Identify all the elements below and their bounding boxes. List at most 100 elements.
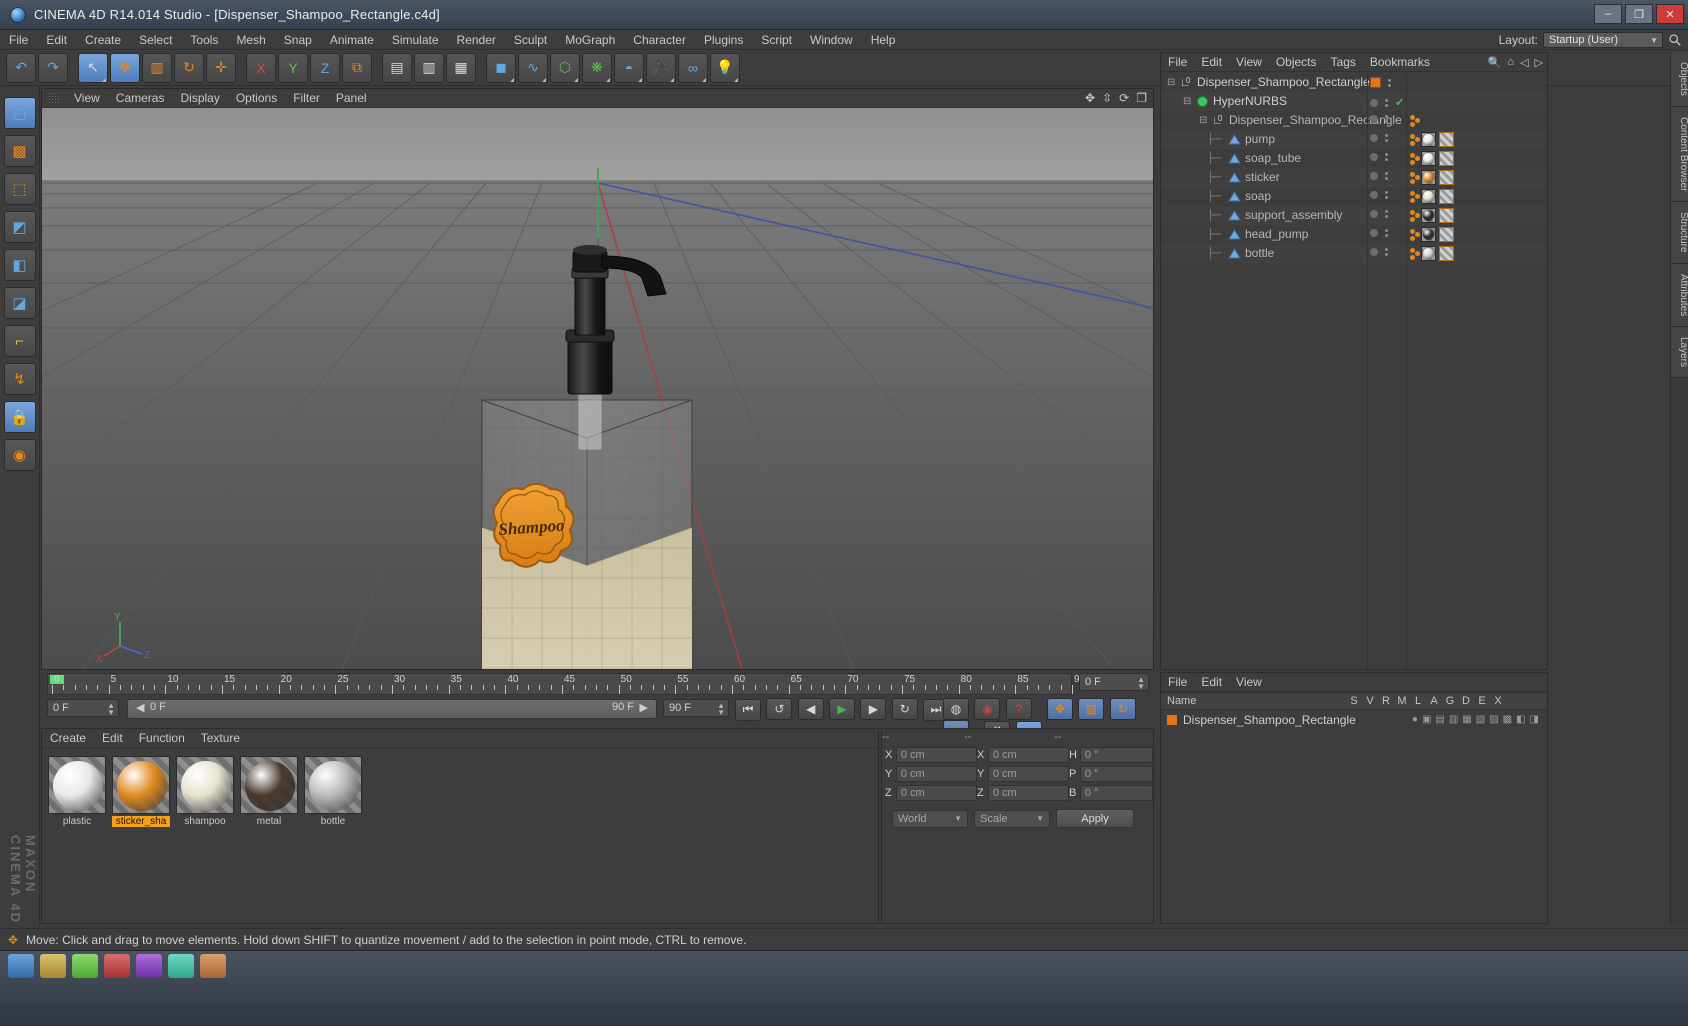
coordinate-input[interactable]: 0 cm bbox=[987, 747, 1069, 763]
material-thumbnail[interactable] bbox=[176, 756, 234, 814]
material-name[interactable]: sticker_sha bbox=[112, 816, 170, 827]
go-to-start-button[interactable]: ⏮ bbox=[735, 698, 761, 721]
visibility-dot[interactable] bbox=[1370, 248, 1378, 256]
object-name[interactable]: head_pump bbox=[1245, 227, 1308, 241]
object-tree-row[interactable]: ├─ head_pump bbox=[1161, 225, 1547, 244]
play-forwards-button[interactable]: ▶ bbox=[829, 698, 856, 720]
object-axis-mode-button[interactable]: ◪ bbox=[3, 287, 36, 319]
layer-column-r[interactable]: R bbox=[1378, 695, 1394, 707]
material-menu-edit[interactable]: Edit bbox=[94, 731, 131, 745]
object-name[interactable]: Dispenser_Shampoo_Rectangle bbox=[1197, 75, 1370, 89]
add-nurbs-button[interactable]: ⬡ bbox=[550, 52, 580, 83]
material-tag-icon[interactable] bbox=[1421, 227, 1436, 242]
material-cell[interactable]: sticker_sha bbox=[112, 756, 170, 827]
object-visibility-dots[interactable] bbox=[1370, 191, 1388, 199]
coordinate-system-dropdown[interactable]: World ▼ bbox=[892, 809, 968, 828]
object-menu-tags[interactable]: Tags bbox=[1324, 55, 1363, 69]
world-object-coordinate-button[interactable]: ⧉ bbox=[342, 52, 372, 83]
tree-expander-icon[interactable]: ⊟ bbox=[1167, 77, 1175, 88]
coordinate-input[interactable]: 0 cm bbox=[895, 747, 977, 763]
texture-tag-icon[interactable] bbox=[1439, 189, 1454, 204]
object-visibility-dots[interactable] bbox=[1370, 77, 1391, 88]
maximize-button[interactable]: ❐ bbox=[1625, 4, 1653, 24]
layer-column-e[interactable]: E bbox=[1474, 695, 1490, 707]
coordinate-input[interactable]: 0 cm bbox=[987, 766, 1069, 782]
panel-grip-icon[interactable] bbox=[48, 92, 60, 104]
visibility-dot[interactable] bbox=[1370, 153, 1378, 161]
current-frame-field[interactable]: 0 F ▲ ▼ bbox=[47, 699, 119, 717]
material-cell[interactable]: shampoo bbox=[176, 756, 234, 827]
tree-expander-icon[interactable]: ⊟ bbox=[1199, 115, 1207, 126]
object-menu-view[interactable]: View bbox=[1229, 55, 1269, 69]
step-back-button[interactable]: ◀ bbox=[797, 698, 824, 720]
lock-z-axis-button[interactable]: Z bbox=[310, 52, 340, 83]
texture-tag-icon[interactable] bbox=[1439, 170, 1454, 185]
add-cube-button[interactable]: ◼ bbox=[486, 52, 516, 83]
minimize-button[interactable]: – bbox=[1594, 4, 1622, 24]
object-tree-row[interactable]: ⊟ ∟ 0 Dispenser_Shampoo_Rectangle bbox=[1161, 73, 1547, 92]
coordinate-input[interactable]: 0 cm bbox=[987, 785, 1069, 801]
layer-column-l[interactable]: L bbox=[1410, 695, 1426, 707]
add-deformer-button[interactable]: ◓ bbox=[614, 52, 644, 83]
layer-column-v[interactable]: V bbox=[1362, 695, 1378, 707]
layer-toggle-icons[interactable]: ●▣▤▥▦▧▨▩◧◨ bbox=[1412, 714, 1543, 725]
object-menu-objects[interactable]: Objects bbox=[1269, 55, 1324, 69]
forward-icon[interactable]: ▷ bbox=[1535, 56, 1543, 69]
enable-snap-button[interactable]: 🔒 bbox=[3, 401, 36, 433]
material-name[interactable]: plastic bbox=[48, 816, 106, 827]
material-cell[interactable]: metal bbox=[240, 756, 298, 827]
editor-render-dots[interactable] bbox=[1385, 98, 1388, 107]
redo-button[interactable]: ↷ bbox=[38, 52, 68, 83]
material-menu-create[interactable]: Create bbox=[42, 731, 94, 745]
object-tree-row[interactable]: ├─ pump bbox=[1161, 130, 1547, 149]
material-thumbnail[interactable] bbox=[240, 756, 298, 814]
editor-render-dots[interactable] bbox=[1385, 172, 1388, 180]
render-view-button[interactable]: ▤ bbox=[382, 52, 412, 83]
enable-axis-button[interactable]: ↯ bbox=[3, 363, 36, 395]
viewport-menu-view[interactable]: View bbox=[66, 91, 108, 105]
add-scene-button[interactable]: ∞ bbox=[678, 52, 708, 83]
orbit-icon[interactable]: ⟳ bbox=[1119, 91, 1129, 105]
viewport-menu-cameras[interactable]: Cameras bbox=[108, 91, 173, 105]
menu-item-edit[interactable]: Edit bbox=[37, 30, 76, 50]
visibility-dot[interactable] bbox=[1370, 229, 1378, 237]
tab-layers[interactable]: Layers bbox=[1671, 327, 1688, 379]
coordinate-input[interactable]: 0 ° bbox=[1079, 785, 1153, 801]
add-spline-button[interactable]: ∿ bbox=[518, 52, 548, 83]
editor-render-dots[interactable] bbox=[1385, 134, 1388, 142]
taskbar-item[interactable] bbox=[8, 954, 34, 978]
add-array-button[interactable]: ❋ bbox=[582, 52, 612, 83]
layer-menu-view[interactable]: View bbox=[1229, 675, 1269, 689]
polygons-mode-button[interactable]: ◧ bbox=[3, 249, 36, 281]
menu-item-simulate[interactable]: Simulate bbox=[383, 30, 448, 50]
viewport-menu-options[interactable]: Options bbox=[228, 91, 285, 105]
menu-item-mesh[interactable]: Mesh bbox=[227, 30, 274, 50]
material-tag-icon[interactable] bbox=[1421, 246, 1436, 261]
menu-item-sculpt[interactable]: Sculpt bbox=[505, 30, 556, 50]
object-visibility-dots[interactable] bbox=[1370, 210, 1388, 218]
taskbar-item[interactable] bbox=[136, 954, 162, 978]
material-name[interactable]: bottle bbox=[304, 816, 362, 827]
visibility-dot[interactable] bbox=[1370, 98, 1378, 107]
object-tree-row[interactable]: ├─ bottle bbox=[1161, 244, 1547, 263]
add-light-button[interactable]: 💡 bbox=[710, 52, 740, 83]
viewport-solo-button[interactable]: ◉ bbox=[3, 439, 36, 471]
keyframe-selection-button[interactable]: ? bbox=[1005, 698, 1032, 720]
viewport-menu-filter[interactable]: Filter bbox=[285, 91, 328, 105]
object-menu-bookmarks[interactable]: Bookmarks bbox=[1363, 55, 1437, 69]
spinner-icon[interactable]: ▲ ▼ bbox=[107, 702, 115, 717]
material-cell[interactable]: plastic bbox=[48, 756, 106, 827]
editor-render-dots[interactable] bbox=[1385, 115, 1388, 123]
texture-tag-icon[interactable] bbox=[1439, 208, 1454, 223]
texture-mode-button[interactable]: ▩ bbox=[3, 135, 36, 167]
layer-column-g[interactable]: G bbox=[1442, 695, 1458, 707]
menu-item-help[interactable]: Help bbox=[862, 30, 905, 50]
menu-item-character[interactable]: Character bbox=[624, 30, 695, 50]
menu-item-script[interactable]: Script bbox=[752, 30, 801, 50]
object-visibility-dots[interactable]: ✔ bbox=[1370, 96, 1404, 109]
menu-item-window[interactable]: Window bbox=[801, 30, 862, 50]
position-key-button[interactable]: ✥ bbox=[1047, 698, 1074, 720]
add-camera-button[interactable]: 🎥 bbox=[646, 52, 676, 83]
object-name[interactable]: support_assembly bbox=[1245, 208, 1342, 222]
editor-render-dots[interactable] bbox=[1385, 229, 1388, 237]
